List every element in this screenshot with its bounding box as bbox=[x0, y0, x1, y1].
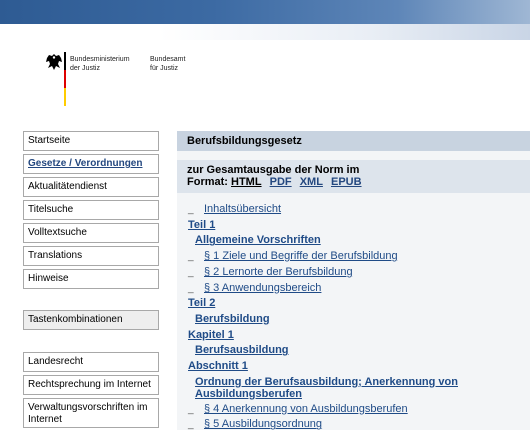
toc-link-para-1[interactable]: § 1 Ziele und Begriffe der Berufsbildung bbox=[204, 250, 398, 262]
sidebar-item-volltextsuche[interactable]: Volltextsuche bbox=[23, 223, 159, 243]
top-banner bbox=[0, 0, 530, 24]
sidebar-item-rechtsprechung[interactable]: Rechtsprechung im Internet bbox=[23, 375, 159, 395]
toc-bullet: _ bbox=[188, 204, 194, 215]
sidebar-item-verwaltungsvorschriften[interactable]: Verwaltungsvorschriften im Internet bbox=[23, 398, 159, 428]
toc-bullet: _ bbox=[188, 419, 194, 430]
toc-link-berufsbildung[interactable]: Berufsbildung bbox=[195, 313, 270, 325]
toc-bullet: _ bbox=[188, 403, 194, 415]
sidebar-item-gesetze[interactable]: Gesetze / Verordnungen bbox=[23, 154, 159, 174]
sidebar-item-tastenkombinationen[interactable]: Tastenkombinationen bbox=[23, 310, 159, 330]
toc-item: _ § 5 Ausbildungsordnung bbox=[188, 417, 530, 430]
toc-item: _ Inhaltsübersicht bbox=[188, 202, 530, 218]
toc-bullet: _ bbox=[188, 282, 194, 294]
toc-item: Ordnung der Berufsausbildung; Anerkennun… bbox=[188, 375, 468, 402]
toc-link-para-2[interactable]: § 2 Lernorte der Berufsbildung bbox=[204, 266, 353, 278]
sidebar-item-aktualitaetendienst[interactable]: Aktualitätendienst bbox=[23, 177, 159, 197]
toc-item: Allgemeine Vorschriften bbox=[188, 233, 530, 249]
toc-item: Berufsbildung bbox=[188, 312, 530, 328]
page-title: Berufsbildungsgesetz bbox=[177, 131, 530, 151]
flag-stripe bbox=[64, 52, 66, 106]
toc-link-kapitel-1[interactable]: Kapitel 1 bbox=[188, 329, 234, 341]
table-of-contents: _ Inhaltsübersicht Teil 1 Allgemeine Vor… bbox=[177, 193, 530, 430]
toc-link-teil-1[interactable]: Teil 1 bbox=[188, 219, 215, 231]
toc-link-teil-2[interactable]: Teil 2 bbox=[188, 297, 215, 309]
toc-item: Kapitel 1 bbox=[188, 328, 530, 344]
toc-link-berufsausbildung[interactable]: Berufsausbildung bbox=[195, 344, 289, 356]
toc-link-para-4[interactable]: § 4 Anerkennung von Ausbildungsberufen bbox=[204, 403, 408, 415]
sidebar-item-hinweise[interactable]: Hinweise bbox=[23, 269, 159, 289]
format-selector: zur Gesamtausgabe der Norm im Format: HT… bbox=[177, 160, 530, 193]
toc-link-abschnitt-1[interactable]: Abschnitt 1 bbox=[188, 360, 248, 372]
toc-link-allgemeine-vorschriften[interactable]: Allgemeine Vorschriften bbox=[195, 234, 321, 246]
toc-item: Teil 1 bbox=[188, 218, 530, 234]
ministry-label: Bundesministerium der Justiz bbox=[70, 56, 130, 72]
federal-eagle-icon bbox=[46, 54, 62, 70]
toc-bullet: _ bbox=[188, 251, 194, 263]
toc-item: Berufsausbildung bbox=[188, 343, 530, 359]
toc-item: _ § 1 Ziele und Begriffe der Berufsbildu… bbox=[188, 249, 530, 265]
sub-banner bbox=[0, 24, 530, 40]
format-epub-link[interactable]: EPUB bbox=[331, 176, 362, 188]
sidebar-item-landesrecht[interactable]: Landesrecht bbox=[23, 352, 159, 372]
toc-item: Teil 2 bbox=[188, 296, 530, 312]
format-label: Format: bbox=[187, 176, 228, 188]
toc-item: _ § 3 Anwendungsbereich bbox=[188, 281, 530, 297]
toc-link-inhaltsuebersicht[interactable]: Inhaltsübersicht bbox=[204, 203, 281, 215]
format-intro: zur Gesamtausgabe der Norm im bbox=[187, 164, 360, 176]
format-pdf-link[interactable]: PDF bbox=[270, 176, 292, 188]
office-label: Bundesamt für Justiz bbox=[150, 56, 186, 72]
sidebar-item-titelsuche[interactable]: Titelsuche bbox=[23, 200, 159, 220]
sidebar-item-translations[interactable]: Translations bbox=[23, 246, 159, 266]
main-content: Berufsbildungsgesetz zur Gesamtausgabe d… bbox=[177, 131, 530, 430]
format-html-link[interactable]: HTML bbox=[231, 176, 262, 188]
toc-item: Abschnitt 1 bbox=[188, 359, 530, 375]
toc-item: _ § 4 Anerkennung von Ausbildungsberufen bbox=[188, 402, 530, 418]
format-xml-link[interactable]: XML bbox=[300, 176, 323, 188]
toc-link-ordnung-der-berufsausbildung[interactable]: Ordnung der Berufsausbildung; Anerkennun… bbox=[195, 376, 458, 400]
toc-link-para-3[interactable]: § 3 Anwendungsbereich bbox=[204, 282, 321, 294]
toc-item: _ § 2 Lernorte der Berufsbildung bbox=[188, 265, 530, 281]
toc-bullet: _ bbox=[188, 266, 194, 278]
sidebar-item-startseite[interactable]: Startseite bbox=[23, 131, 159, 151]
toc-link-para-5[interactable]: § 5 Ausbildungsordnung bbox=[204, 418, 322, 430]
ministry-logo[interactable]: Bundesministerium der Justiz Bundesamt f… bbox=[44, 52, 244, 110]
